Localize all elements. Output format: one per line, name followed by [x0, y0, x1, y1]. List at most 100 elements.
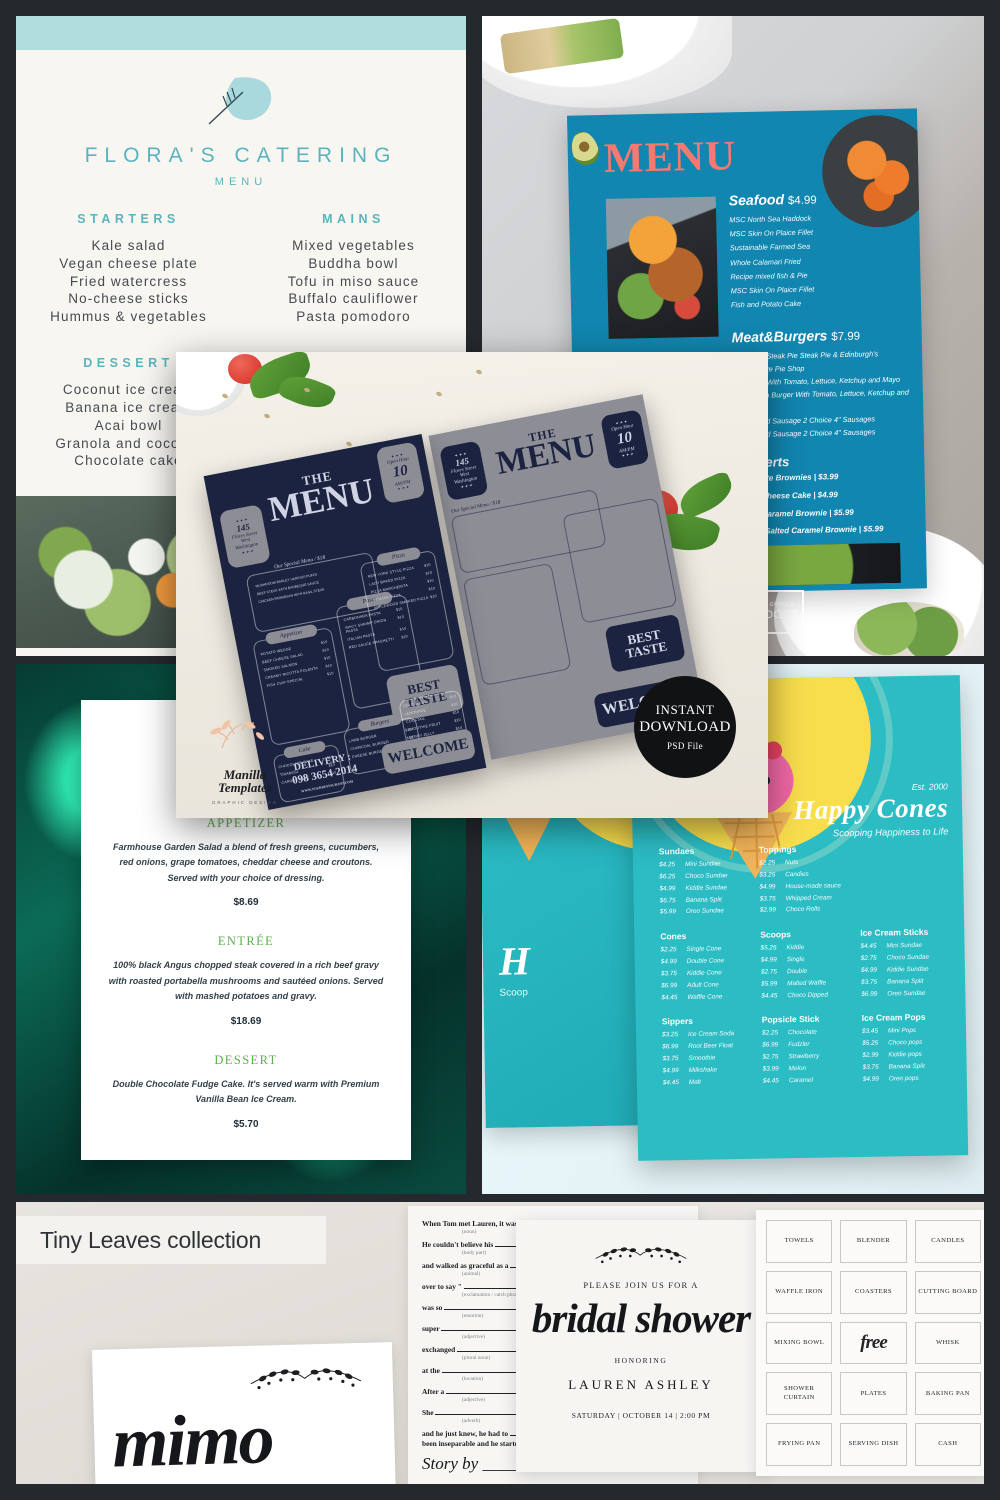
item-name: Mini Pops: [887, 1027, 917, 1035]
blue-item: Fish and Potato Cake: [730, 299, 802, 310]
flyer-pasta-box: [462, 562, 572, 686]
green-section-entree: ENTRÉE 100% black Angus chopped steak co…: [81, 934, 411, 1026]
leaf-icon: [16, 72, 466, 130]
price: $6.99: [661, 981, 678, 990]
price: $4.45: [661, 993, 678, 1002]
row-price: $10: [320, 639, 328, 645]
price-row: $4.45 Malt: [663, 1076, 753, 1089]
madlib-blank: [435, 1407, 520, 1415]
price-list-ice-cream-sticks: Ice Cream Sticks $4.45 Mini Sundae $2.75 C…: [860, 927, 951, 1001]
bingo-cell: CUTTING BOARD: [914, 1270, 981, 1314]
item-name: Root Beer Float: [688, 1042, 734, 1051]
price-list-cones: Cones $2.25 Single Cone $4.99 Double Cone …: [660, 930, 751, 1004]
item-name: Choco pops: [888, 1039, 923, 1047]
item-name: Single: [786, 955, 805, 964]
price-row: $5.99 Oreo Sundae: [660, 905, 750, 918]
price: $4.45: [762, 1077, 779, 1085]
item-name: Kiddie: [786, 944, 805, 952]
green-section-dessert: DESSERT Double Chocolate Fudge Cake. It'…: [81, 1053, 411, 1130]
price: $4.99: [759, 883, 776, 891]
row-price: $10: [423, 562, 432, 568]
flora-section-row-1: STARTERS Kale salad Vegan cheese plate F…: [16, 212, 466, 326]
seed: [475, 368, 483, 376]
greens-photo: [854, 602, 964, 656]
price: $2.75: [860, 954, 877, 962]
blue-heading-meat-text: Meat&Burgers: [731, 326, 828, 345]
flora-item: Fried watercress: [69, 273, 188, 289]
madlib-text: and walked as graceful as a: [422, 1261, 509, 1270]
price: $4.99: [662, 1067, 679, 1075]
flora-item: Mixed vegetables: [292, 238, 415, 253]
item-name: Candies: [785, 870, 809, 879]
price: $2.25: [660, 946, 677, 954]
badge-dots: ✦✦✦: [396, 484, 411, 492]
price-list-title: Sippers: [661, 1016, 694, 1027]
flora-brand-title: FLORA'S CATERING: [84, 144, 398, 167]
badge-dots: ✦✦✦: [240, 547, 255, 556]
bridal-datetime: SATURDAY | OCTOBER 14 | 2:00 PM: [571, 1411, 711, 1420]
price: $6.75: [659, 896, 676, 904]
price-row: $2.99 Choco Rolls: [760, 903, 850, 916]
blue-heading-seafood: Seafood $4.99: [729, 189, 909, 208]
leaves-collection-title: Tiny Leaves collection: [40, 1226, 262, 1253]
price-list-title: Popsicle Stick: [761, 1014, 820, 1026]
item-name: Chocolate: [787, 1029, 817, 1037]
price: $3.25: [759, 871, 776, 879]
instant-badge-line1: INSTANT: [655, 701, 715, 717]
spinach-leaf: [674, 469, 738, 521]
instant-badge-line2: DOWNLOAD: [639, 719, 731, 736]
price: $4.99: [760, 956, 777, 964]
price: $6.99: [861, 990, 878, 998]
item-name: Double: [786, 967, 808, 976]
price: $4.99: [862, 1075, 879, 1083]
booklet-subtitle: Scoop: [499, 987, 528, 999]
flyer-title: THE MENU: [483, 419, 609, 481]
green-heading-entree: ENTRÉE: [217, 934, 275, 949]
row-price: $10: [428, 586, 436, 592]
price-list-title: Ice Cream Sticks: [860, 926, 929, 939]
instant-badge-line3: PSD File: [667, 740, 703, 751]
flora-section-mains: MAINS Mixed vegetables Buddha bowl Tofu …: [241, 212, 466, 326]
avocado-icon: [567, 128, 603, 169]
price-row: $4.45 Caramel: [763, 1074, 853, 1087]
flora-item: Kale salad: [91, 238, 166, 253]
price-list-title: Sundaes: [658, 845, 695, 857]
madlib-text: was so: [422, 1303, 443, 1312]
green-price-entree: $18.69: [230, 1015, 262, 1027]
item-name: Choco Rolls: [785, 906, 821, 914]
item-name: Nuts: [784, 859, 799, 867]
item-name: Kiddie pops: [888, 1051, 922, 1059]
price: $4.25: [658, 861, 676, 869]
item-name: Mini Sundae: [886, 942, 923, 950]
item-name: Kiddie Cone: [686, 969, 722, 977]
madlib-text: over to say ": [422, 1282, 462, 1291]
price: $2.99: [862, 1051, 879, 1060]
leaves-title-banner: Tiny Leaves collection: [16, 1216, 326, 1264]
bingo-cell: BAKING PAN: [914, 1372, 981, 1416]
price: $6.99: [762, 1041, 779, 1049]
price-list-row: Sundaes $4.25 Mini Sundae $6.25 Choco Sund…: [659, 841, 950, 918]
price: $5.25: [862, 1039, 879, 1048]
flyer-title: THE MENU: [258, 462, 382, 529]
bridal-honoree-name: LAUREN ASHLEY: [568, 1377, 714, 1392]
happy-cones-price-lists: Sundaes $4.25 Mini Sundae $6.25 Choco Sund…: [659, 841, 953, 1102]
madlib-story-by-text: Story by: [422, 1454, 479, 1473]
madlib-text: She: [422, 1408, 434, 1417]
price: $2.75: [762, 1053, 779, 1061]
bingo-cell: WAFFLE IRON: [766, 1270, 833, 1314]
item-name: Malt: [688, 1078, 701, 1086]
green-desc-appetizer: Farmhouse Garden Salad a blend of fresh …: [112, 842, 380, 883]
row-price: $10: [322, 647, 330, 653]
price: $4.45: [761, 991, 778, 1000]
madlib-text: and he just knew, he had to: [422, 1429, 509, 1438]
green-section-appetizer: APPETIZER Farmhouse Garden Salad a blend…: [81, 816, 411, 908]
madlib-text: He couldn't believe his: [422, 1240, 494, 1249]
price: $3.75: [660, 970, 678, 978]
price-list-title: Toppings: [758, 844, 797, 855]
price-list-row: Cones $2.25 Single Cone $4.99 Double Cone …: [660, 927, 951, 1004]
happy-cones-title-block: Est. 2000 Happy Cones Scooping Happiness…: [793, 781, 949, 840]
badge-dots: ✦✦✦: [620, 451, 635, 459]
price: $5.99: [659, 908, 676, 916]
blue-food-photo: [605, 196, 719, 339]
leaves-mimo-card: mimo: [91, 1342, 397, 1484]
